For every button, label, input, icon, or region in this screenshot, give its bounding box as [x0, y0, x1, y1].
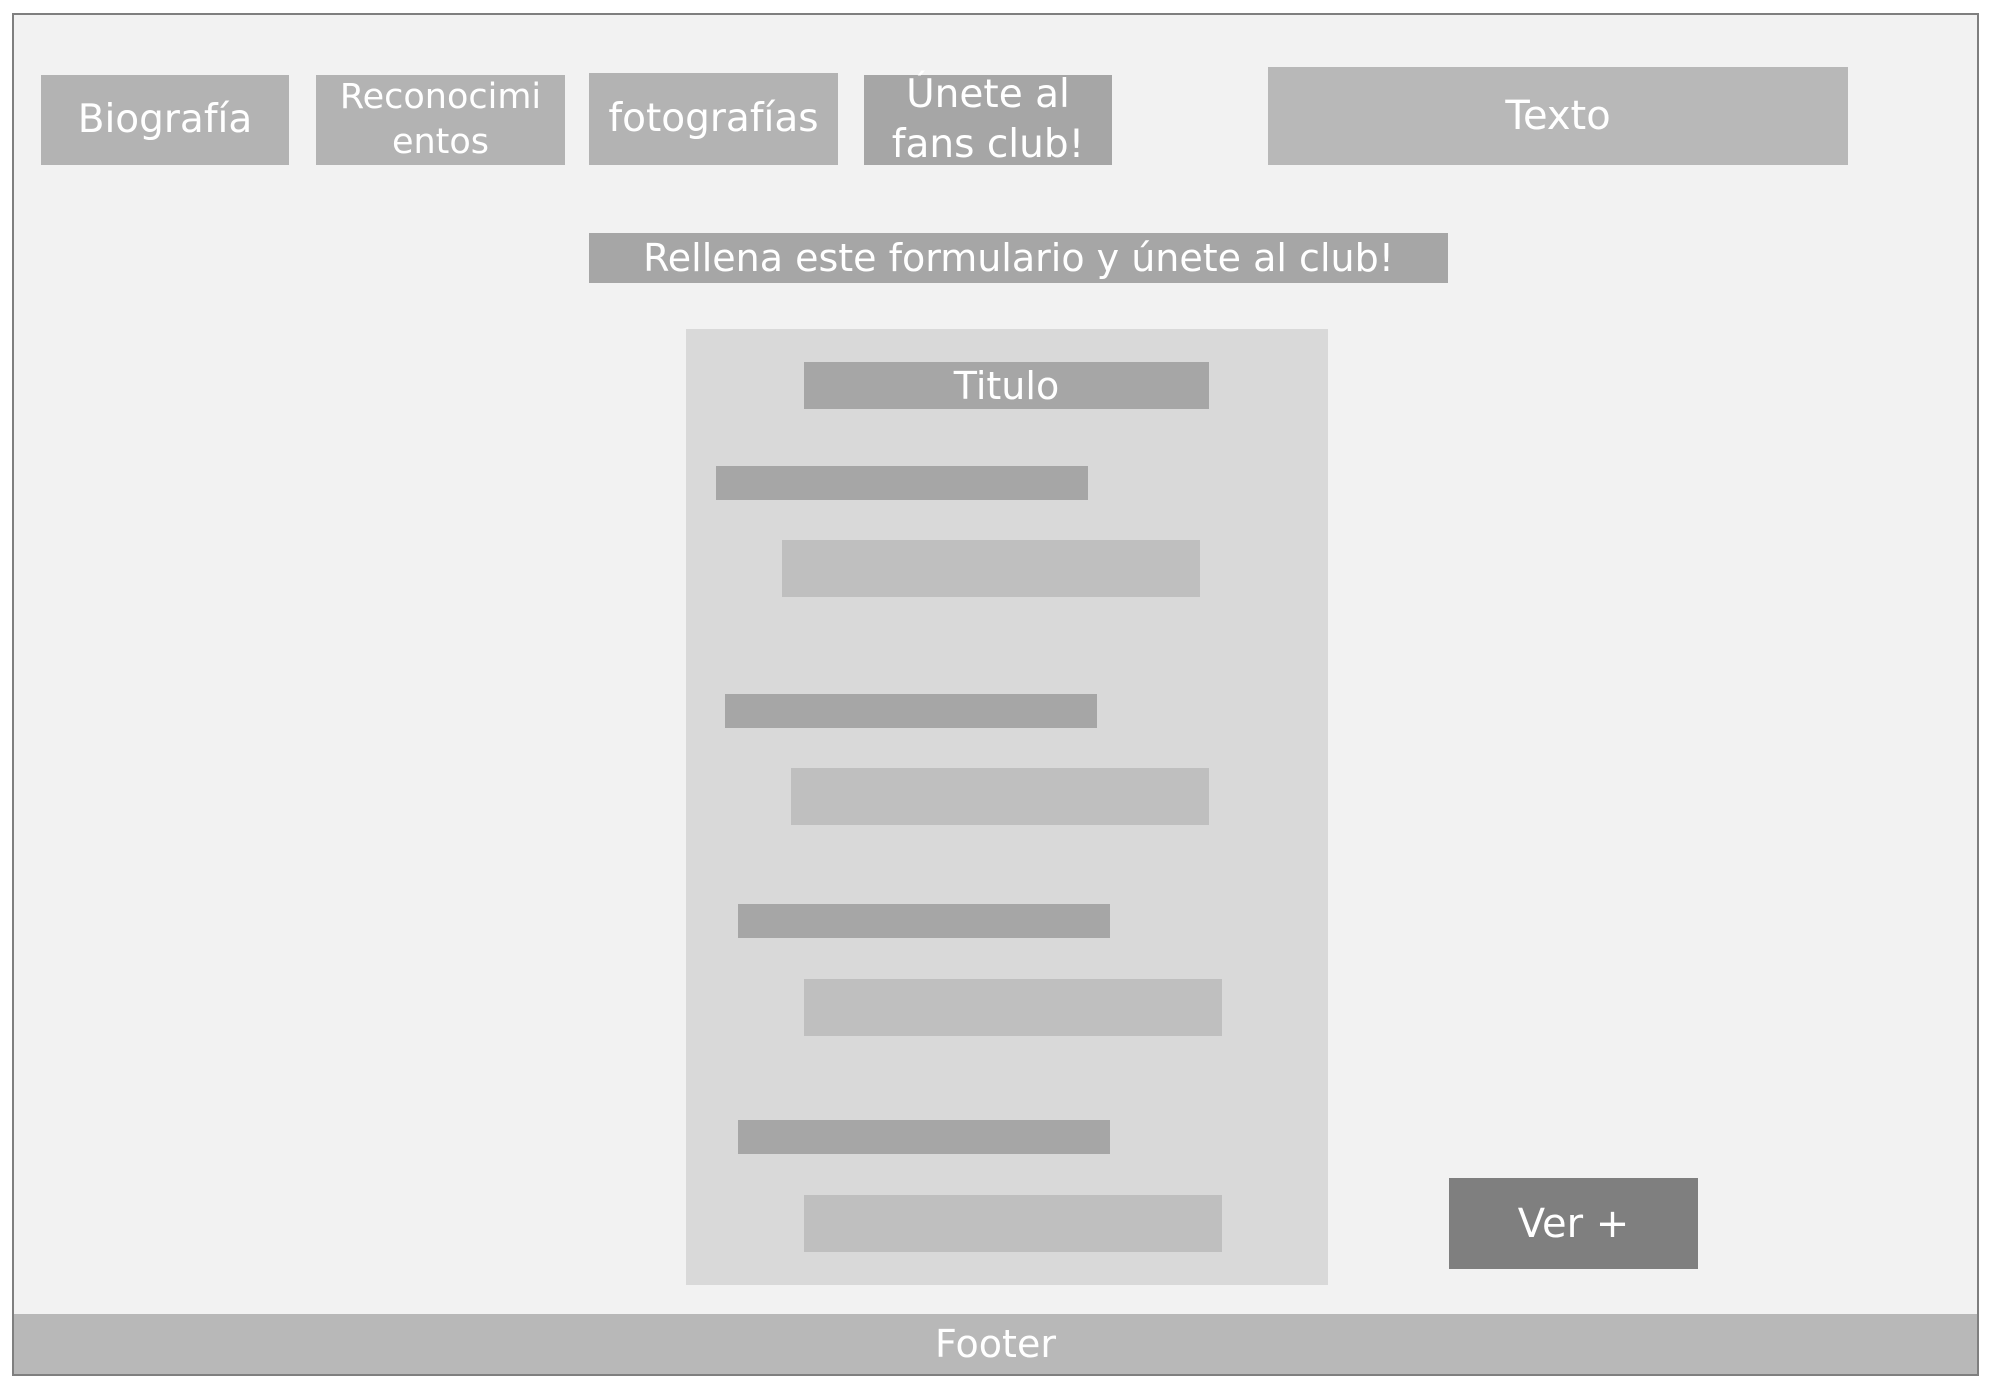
header-texto-label: Texto [1505, 93, 1611, 139]
form-input-field[interactable] [791, 768, 1209, 825]
header-texto-block: Texto [1268, 67, 1848, 165]
form-input-field[interactable] [804, 979, 1222, 1036]
footer: Footer [14, 1314, 1977, 1374]
nav-fotografias-button[interactable]: fotografías [589, 73, 838, 165]
nav-reconocimientos-line1: Reconocimi [339, 77, 542, 118]
form-field-label [725, 694, 1097, 728]
form-title-text: Titulo [953, 363, 1060, 408]
form-field-label [738, 904, 1110, 938]
page-frame: Biografía Reconocimi entos fotografías Ú… [12, 13, 1979, 1376]
nav-unete-label: Únete al fans club! [892, 70, 1084, 170]
form-input-field[interactable] [782, 540, 1200, 597]
nav-fotografias-label: fotografías [608, 96, 819, 142]
nav-reconocimientos-label: Reconocimi entos [340, 75, 541, 165]
nav-biografia-button[interactable]: Biografía [41, 75, 289, 165]
ver-mas-button[interactable]: Ver + [1449, 1178, 1698, 1269]
nav-unete-line2: fans club! [891, 122, 1085, 167]
nav-reconocimientos-button[interactable]: Reconocimi entos [316, 75, 565, 165]
ver-mas-label: Ver + [1517, 1200, 1630, 1247]
form-field-label [716, 466, 1088, 500]
nav-biografia-label: Biografía [77, 97, 253, 143]
form-field-label [738, 1120, 1110, 1154]
form-intro-banner: Rellena este formulario y únete al club! [589, 233, 1448, 283]
form-input-field[interactable] [804, 1195, 1222, 1252]
form-title: Titulo [804, 362, 1209, 409]
form-intro-text: Rellena este formulario y únete al club! [643, 236, 1394, 280]
nav-unete-fans-club-button[interactable]: Únete al fans club! [864, 72, 1112, 167]
nav-reconocimientos-line2: entos [391, 122, 490, 162]
nav-unete-line1: Únete al [906, 72, 1070, 118]
footer-text: Footer [935, 1322, 1056, 1366]
